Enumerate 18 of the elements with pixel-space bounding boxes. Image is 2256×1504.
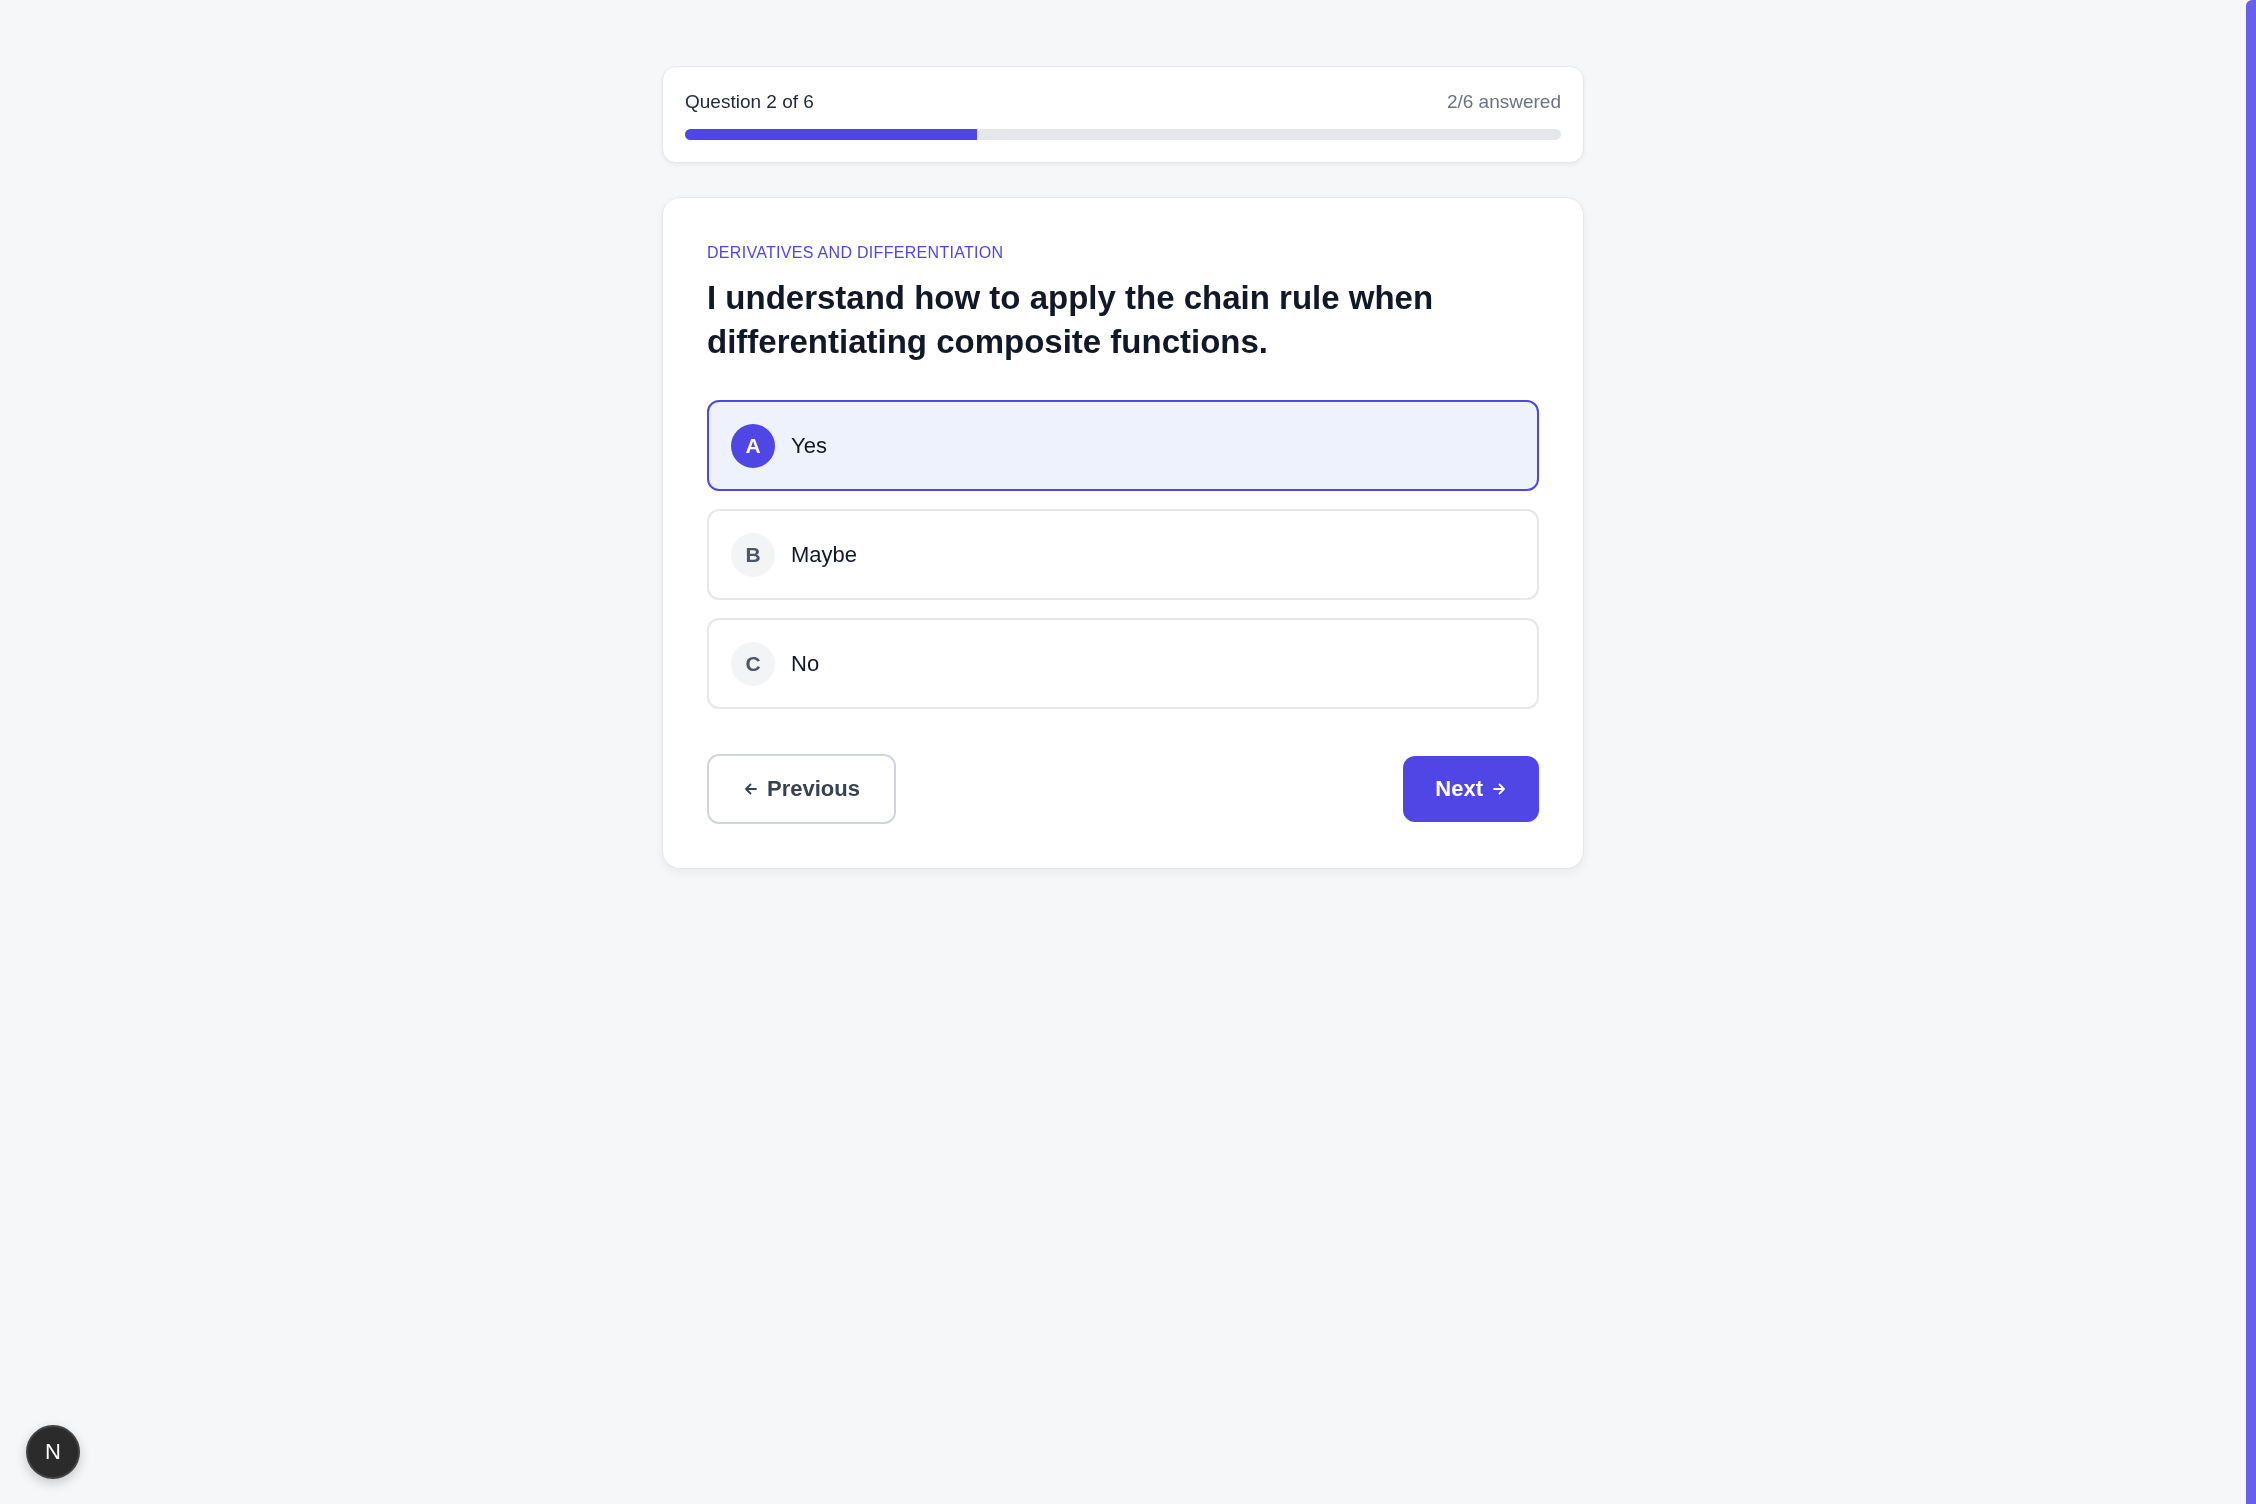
arrow-left-icon	[743, 781, 759, 797]
previous-button[interactable]: Previous	[707, 754, 896, 824]
arrow-right-icon	[1491, 781, 1507, 797]
option-label: Maybe	[791, 541, 858, 568]
dev-tools-badge[interactable]: N	[26, 1425, 80, 1479]
question-text: I understand how to apply the chain rule when differentiating composite functions.	[707, 278, 1435, 362]
answer-option[interactable]: B Maybe	[707, 509, 1539, 600]
option-label: Yes	[791, 432, 827, 459]
category-label: DERIVATIVES AND DIFFERENTIATION	[707, 244, 1005, 262]
next-button[interactable]: Next	[1403, 756, 1539, 822]
answered-count: 2/6 answered	[1446, 91, 1561, 113]
question-counter: Question 2 of 6	[685, 91, 814, 113]
option-letter: C	[731, 641, 775, 686]
option-letter: A	[731, 423, 775, 468]
answer-option[interactable]: C No	[707, 618, 1539, 709]
answer-option[interactable]: A Yes	[707, 400, 1539, 491]
option-label: No	[791, 650, 820, 677]
option-letter: B	[731, 532, 775, 577]
